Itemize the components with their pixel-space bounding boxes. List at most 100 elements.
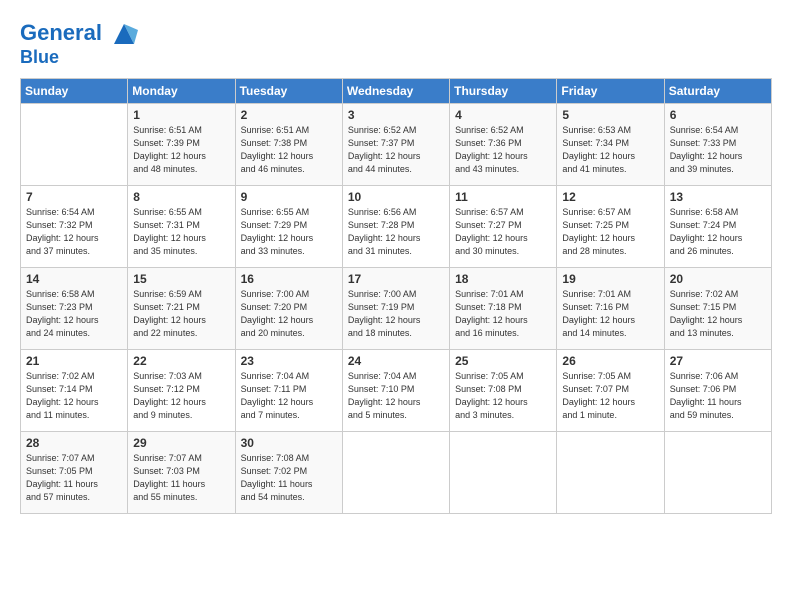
day-number: 15 <box>133 272 229 286</box>
day-number: 19 <box>562 272 658 286</box>
day-cell: 4 Sunrise: 6:52 AM Sunset: 7:36 PM Daylig… <box>450 103 557 185</box>
day-cell <box>664 431 771 513</box>
day-number: 25 <box>455 354 551 368</box>
day-number: 14 <box>26 272 122 286</box>
day-cell: 7 Sunrise: 6:54 AM Sunset: 7:32 PM Daylig… <box>21 185 128 267</box>
day-info: Sunrise: 7:00 AM Sunset: 7:19 PM Dayligh… <box>348 288 444 340</box>
day-number: 28 <box>26 436 122 450</box>
day-number: 17 <box>348 272 444 286</box>
day-info: Sunrise: 6:55 AM Sunset: 7:31 PM Dayligh… <box>133 206 229 258</box>
week-row-1: 1 Sunrise: 6:51 AM Sunset: 7:39 PM Daylig… <box>21 103 772 185</box>
day-info: Sunrise: 6:51 AM Sunset: 7:38 PM Dayligh… <box>241 124 337 176</box>
day-cell: 2 Sunrise: 6:51 AM Sunset: 7:38 PM Daylig… <box>235 103 342 185</box>
day-number: 12 <box>562 190 658 204</box>
day-number: 27 <box>670 354 766 368</box>
day-info: Sunrise: 7:04 AM Sunset: 7:11 PM Dayligh… <box>241 370 337 422</box>
page: General Blue SundayMondayTuesdayWednesda… <box>0 0 792 612</box>
header-row: SundayMondayTuesdayWednesdayThursdayFrid… <box>21 78 772 103</box>
col-header-saturday: Saturday <box>664 78 771 103</box>
day-cell: 30 Sunrise: 7:08 AM Sunset: 7:02 PM Dayli… <box>235 431 342 513</box>
col-header-friday: Friday <box>557 78 664 103</box>
day-number: 11 <box>455 190 551 204</box>
day-info: Sunrise: 7:06 AM Sunset: 7:06 PM Dayligh… <box>670 370 766 422</box>
day-info: Sunrise: 6:52 AM Sunset: 7:37 PM Dayligh… <box>348 124 444 176</box>
day-cell: 22Sunrise: 7:03 AM Sunset: 7:12 PM Dayli… <box>128 349 235 431</box>
day-number: 26 <box>562 354 658 368</box>
day-cell: 12 Sunrise: 6:57 AM Sunset: 7:25 PM Dayli… <box>557 185 664 267</box>
col-header-tuesday: Tuesday <box>235 78 342 103</box>
day-number: 8 <box>133 190 229 204</box>
day-number: 10 <box>348 190 444 204</box>
logo-blue: Blue <box>20 48 138 68</box>
day-cell: 1 Sunrise: 6:51 AM Sunset: 7:39 PM Daylig… <box>128 103 235 185</box>
day-cell: 29Sunrise: 7:07 AM Sunset: 7:03 PM Dayli… <box>128 431 235 513</box>
day-info: Sunrise: 7:00 AM Sunset: 7:20 PM Dayligh… <box>241 288 337 340</box>
day-info: Sunrise: 7:01 AM Sunset: 7:16 PM Dayligh… <box>562 288 658 340</box>
day-info: Sunrise: 6:51 AM Sunset: 7:39 PM Dayligh… <box>133 124 229 176</box>
day-cell: 20Sunrise: 7:02 AM Sunset: 7:15 PM Dayli… <box>664 267 771 349</box>
day-info: Sunrise: 6:58 AM Sunset: 7:24 PM Dayligh… <box>670 206 766 258</box>
day-cell: 24Sunrise: 7:04 AM Sunset: 7:10 PM Dayli… <box>342 349 449 431</box>
col-header-wednesday: Wednesday <box>342 78 449 103</box>
day-number: 1 <box>133 108 229 122</box>
day-info: Sunrise: 6:55 AM Sunset: 7:29 PM Dayligh… <box>241 206 337 258</box>
logo: General Blue <box>20 20 138 68</box>
day-number: 21 <box>26 354 122 368</box>
day-info: Sunrise: 6:59 AM Sunset: 7:21 PM Dayligh… <box>133 288 229 340</box>
day-info: Sunrise: 7:03 AM Sunset: 7:12 PM Dayligh… <box>133 370 229 422</box>
day-number: 3 <box>348 108 444 122</box>
logo-icon <box>110 20 138 48</box>
day-cell <box>342 431 449 513</box>
logo-general: General <box>20 20 102 45</box>
day-info: Sunrise: 7:02 AM Sunset: 7:14 PM Dayligh… <box>26 370 122 422</box>
day-cell: 13 Sunrise: 6:58 AM Sunset: 7:24 PM Dayli… <box>664 185 771 267</box>
day-cell <box>557 431 664 513</box>
week-row-5: 28 Sunrise: 7:07 AM Sunset: 7:05 PM Dayli… <box>21 431 772 513</box>
day-info: Sunrise: 6:57 AM Sunset: 7:25 PM Dayligh… <box>562 206 658 258</box>
day-number: 5 <box>562 108 658 122</box>
day-info: Sunrise: 7:07 AM Sunset: 7:05 PM Dayligh… <box>26 452 122 504</box>
day-info: Sunrise: 7:08 AM Sunset: 7:02 PM Dayligh… <box>241 452 337 504</box>
day-cell: 3 Sunrise: 6:52 AM Sunset: 7:37 PM Daylig… <box>342 103 449 185</box>
day-number: 30 <box>241 436 337 450</box>
day-info: Sunrise: 6:54 AM Sunset: 7:32 PM Dayligh… <box>26 206 122 258</box>
day-cell <box>21 103 128 185</box>
day-number: 2 <box>241 108 337 122</box>
header: General Blue <box>20 16 772 68</box>
day-cell: 8 Sunrise: 6:55 AM Sunset: 7:31 PM Daylig… <box>128 185 235 267</box>
day-info: Sunrise: 6:54 AM Sunset: 7:33 PM Dayligh… <box>670 124 766 176</box>
day-number: 6 <box>670 108 766 122</box>
day-info: Sunrise: 6:58 AM Sunset: 7:23 PM Dayligh… <box>26 288 122 340</box>
day-cell: 11Sunrise: 6:57 AM Sunset: 7:27 PM Dayli… <box>450 185 557 267</box>
day-cell: 18 Sunrise: 7:01 AM Sunset: 7:18 PM Dayli… <box>450 267 557 349</box>
col-header-monday: Monday <box>128 78 235 103</box>
week-row-4: 21 Sunrise: 7:02 AM Sunset: 7:14 PM Dayli… <box>21 349 772 431</box>
day-cell: 9Sunrise: 6:55 AM Sunset: 7:29 PM Daylig… <box>235 185 342 267</box>
day-cell: 5 Sunrise: 6:53 AM Sunset: 7:34 PM Daylig… <box>557 103 664 185</box>
col-header-sunday: Sunday <box>21 78 128 103</box>
day-number: 13 <box>670 190 766 204</box>
day-info: Sunrise: 6:52 AM Sunset: 7:36 PM Dayligh… <box>455 124 551 176</box>
day-cell: 17 Sunrise: 7:00 AM Sunset: 7:19 PM Dayli… <box>342 267 449 349</box>
day-cell: 10Sunrise: 6:56 AM Sunset: 7:28 PM Dayli… <box>342 185 449 267</box>
day-cell: 19 Sunrise: 7:01 AM Sunset: 7:16 PM Dayli… <box>557 267 664 349</box>
day-number: 16 <box>241 272 337 286</box>
day-info: Sunrise: 6:53 AM Sunset: 7:34 PM Dayligh… <box>562 124 658 176</box>
day-number: 18 <box>455 272 551 286</box>
day-cell: 6 Sunrise: 6:54 AM Sunset: 7:33 PM Daylig… <box>664 103 771 185</box>
day-number: 4 <box>455 108 551 122</box>
day-number: 7 <box>26 190 122 204</box>
day-cell: 21 Sunrise: 7:02 AM Sunset: 7:14 PM Dayli… <box>21 349 128 431</box>
day-cell: 15 Sunrise: 6:59 AM Sunset: 7:21 PM Dayli… <box>128 267 235 349</box>
day-info: Sunrise: 7:04 AM Sunset: 7:10 PM Dayligh… <box>348 370 444 422</box>
day-info: Sunrise: 7:05 AM Sunset: 7:07 PM Dayligh… <box>562 370 658 422</box>
day-cell: 27 Sunrise: 7:06 AM Sunset: 7:06 PM Dayli… <box>664 349 771 431</box>
day-cell: 16 Sunrise: 7:00 AM Sunset: 7:20 PM Dayli… <box>235 267 342 349</box>
day-cell: 25Sunrise: 7:05 AM Sunset: 7:08 PM Dayli… <box>450 349 557 431</box>
day-cell: 14 Sunrise: 6:58 AM Sunset: 7:23 PM Dayli… <box>21 267 128 349</box>
day-number: 23 <box>241 354 337 368</box>
day-number: 29 <box>133 436 229 450</box>
day-cell: 23 Sunrise: 7:04 AM Sunset: 7:11 PM Dayli… <box>235 349 342 431</box>
day-info: Sunrise: 7:02 AM Sunset: 7:15 PM Dayligh… <box>670 288 766 340</box>
day-info: Sunrise: 7:01 AM Sunset: 7:18 PM Dayligh… <box>455 288 551 340</box>
